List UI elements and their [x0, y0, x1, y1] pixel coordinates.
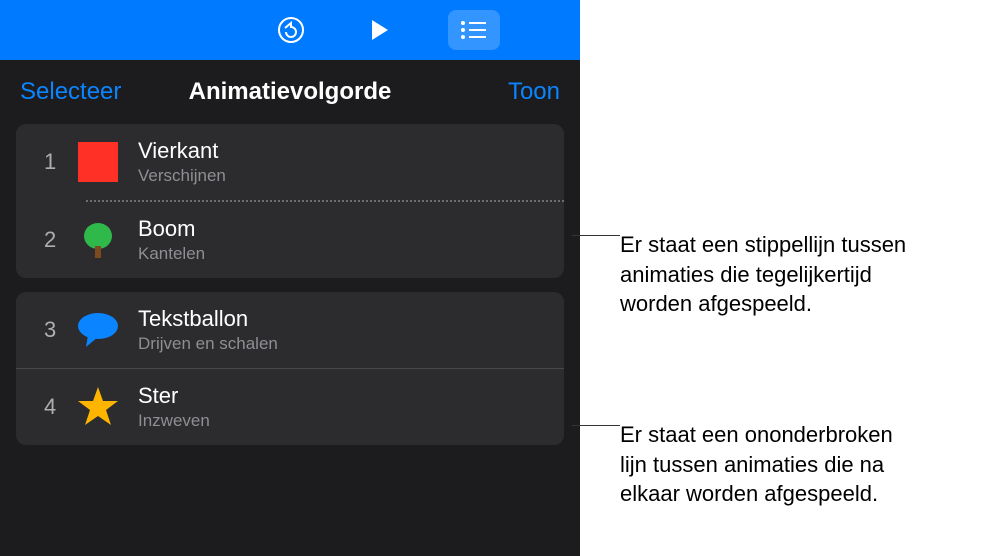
effect-name: Kantelen	[138, 244, 205, 264]
list-item[interactable]: 3 Tekstballon Drijven en schalen	[16, 292, 564, 368]
play-button[interactable]	[360, 11, 398, 49]
star-icon	[76, 385, 120, 429]
callout-text: Er staat een ononderbroken lijn tussen a…	[620, 420, 920, 509]
animation-group: 1 Vierkant Verschijnen 2 Boom	[16, 124, 564, 278]
object-name: Ster	[138, 383, 210, 409]
animation-order-panel: Selecteer Animatievolgorde Toon 1 Vierka…	[0, 0, 580, 556]
callout-dotted: Er staat een stippellijn tussen animatie…	[572, 230, 920, 319]
list-item[interactable]: 4 Ster Inzweven	[16, 369, 564, 445]
show-link[interactable]: Toon	[508, 78, 560, 105]
list-item[interactable]: 2 Boom Kantelen	[16, 202, 564, 278]
square-icon	[76, 140, 120, 184]
undo-icon	[276, 15, 306, 45]
animation-list: 1 Vierkant Verschijnen 2 Boom	[0, 124, 580, 461]
order-number: 3	[44, 317, 76, 343]
object-name: Tekstballon	[138, 306, 278, 332]
order-number: 4	[44, 394, 76, 420]
list-button[interactable]	[448, 10, 500, 50]
play-icon	[366, 17, 392, 43]
annotations: Er staat een stippellijn tussen animatie…	[580, 0, 982, 556]
select-link[interactable]: Selecteer	[20, 78, 121, 105]
order-number: 1	[44, 149, 76, 175]
toolbar	[0, 0, 580, 60]
effect-name: Inzweven	[138, 411, 210, 431]
object-name: Vierkant	[138, 138, 226, 164]
callout-solid: Er staat een ononderbroken lijn tussen a…	[572, 420, 920, 509]
effect-name: Drijven en schalen	[138, 334, 278, 354]
list-icon	[460, 20, 488, 40]
effect-name: Verschijnen	[138, 166, 226, 186]
tree-icon	[76, 218, 120, 262]
order-number: 2	[44, 227, 76, 253]
animation-group: 3 Tekstballon Drijven en schalen 4	[16, 292, 564, 445]
panel-title: Animatievolgorde	[189, 78, 392, 105]
object-name: Boom	[138, 216, 205, 242]
callout-text: Er staat een stippellijn tussen animatie…	[620, 230, 920, 319]
list-item[interactable]: 1 Vierkant Verschijnen	[16, 124, 564, 200]
panel-header: Selecteer Animatievolgorde Toon	[0, 60, 580, 124]
undo-button[interactable]	[272, 11, 310, 49]
speech-bubble-icon	[76, 308, 120, 352]
